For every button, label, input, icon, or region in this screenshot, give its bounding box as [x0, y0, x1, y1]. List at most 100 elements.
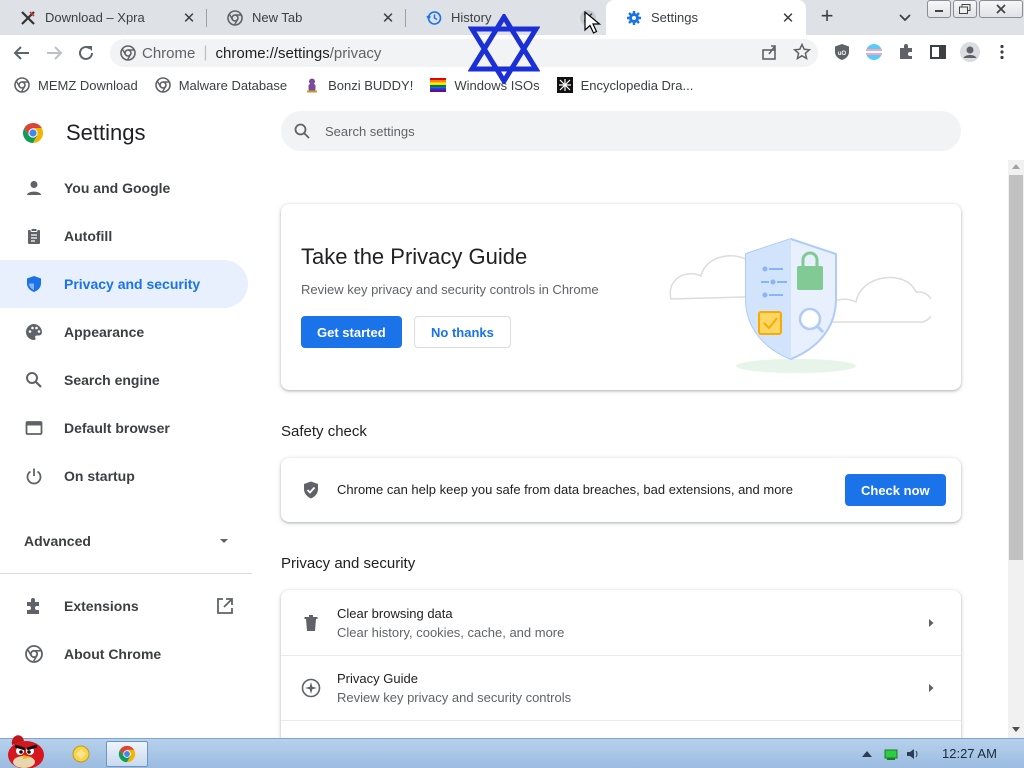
chevron-down-icon[interactable]	[896, 8, 914, 26]
palette-icon	[24, 322, 44, 342]
reload-button[interactable]	[74, 41, 98, 65]
sidebar-item-label: Extensions	[64, 598, 139, 614]
privacy-guide-illustration	[669, 237, 931, 373]
url-path: /privacy	[329, 44, 382, 62]
rainbow-flag-icon	[430, 77, 447, 93]
privacy-guide-row[interactable]: Privacy Guide Review key privacy and sec…	[281, 655, 961, 720]
bookmark-memz[interactable]: MEMZ Download	[14, 77, 138, 93]
back-button[interactable]	[10, 41, 34, 65]
no-thanks-button[interactable]: No thanks	[414, 316, 511, 348]
privacy-guide-card: Take the Privacy Guide Review key privac…	[281, 204, 961, 390]
profile-avatar-icon[interactable]	[960, 42, 980, 62]
sidebar-item-label: About Chrome	[64, 646, 162, 662]
sidebar-divider	[0, 508, 252, 509]
close-icon[interactable]: ✕	[380, 10, 396, 27]
chrome-icon	[24, 644, 44, 664]
folder-app-icon[interactable]	[72, 745, 90, 763]
browser-icon	[24, 418, 44, 438]
sidebar-item-privacy-and-security[interactable]: Privacy and security	[0, 260, 248, 308]
share-icon[interactable]	[761, 43, 779, 61]
puzzle-icon[interactable]	[897, 43, 915, 61]
tab-xpra[interactable]: Download – Xpra ✕	[0, 0, 207, 35]
bookmark-star-icon[interactable]	[793, 43, 811, 61]
sidebar-item-search-engine[interactable]: Search engine	[0, 356, 260, 404]
back-arrow-icon	[13, 46, 29, 60]
sidebar-item-label: Default browser	[64, 420, 170, 436]
volume-icon[interactable]	[906, 747, 920, 761]
settings-brand: Settings	[22, 120, 146, 146]
search-input[interactable]	[325, 123, 885, 139]
taskbar-chrome-button[interactable]	[106, 741, 148, 767]
xpra-icon	[20, 10, 36, 26]
scrollbar-thumb[interactable]	[1009, 175, 1023, 560]
sidebar-item-on-startup[interactable]: On startup	[0, 452, 260, 500]
sidebar-item-autofill[interactable]: Autofill	[0, 212, 260, 260]
chrome-logo-icon	[118, 745, 136, 763]
sidebar-item-you-and-google[interactable]: You and Google	[0, 164, 260, 212]
sidebar-advanced[interactable]: Advanced	[0, 517, 260, 565]
tab-title: New Tab	[252, 10, 303, 25]
get-started-button[interactable]: Get started	[301, 316, 402, 348]
bookmark-malware-database[interactable]: Malware Database	[154, 77, 288, 93]
url-host: chrome://settings	[215, 44, 330, 62]
side-panel-icon[interactable]	[929, 43, 947, 61]
person-icon	[24, 178, 44, 198]
sidebar-item-appearance[interactable]: Appearance	[0, 308, 260, 356]
sidebar-item-default-browser[interactable]: Default browser	[0, 404, 260, 452]
external-link-icon	[217, 598, 233, 614]
search-icon	[294, 123, 310, 139]
sidebar-item-label: On startup	[64, 468, 135, 484]
angry-bird-start-icon[interactable]	[2, 731, 50, 768]
arrow-right-icon	[929, 619, 934, 627]
scroll-down-arrow-icon[interactable]	[1011, 724, 1021, 734]
forward-button[interactable]	[42, 41, 66, 65]
check-now-button[interactable]: Check now	[845, 474, 946, 506]
close-icon[interactable]: ✕	[780, 10, 796, 27]
new-tab-button[interactable]: +	[816, 5, 838, 28]
shield-icon	[24, 274, 44, 294]
settings-search[interactable]	[281, 111, 961, 151]
close-icon[interactable]: ✕	[181, 10, 197, 27]
puzzle-icon	[24, 596, 44, 616]
clear-browsing-data-row[interactable]: Clear browsing data Clear history, cooki…	[281, 590, 961, 655]
power-icon	[24, 466, 44, 486]
bookmark-bonzi-buddy[interactable]: Bonzi BUDDY!	[304, 77, 413, 93]
tray-up-arrow-icon[interactable]	[860, 747, 874, 761]
settings-sidebar: You and Google Autofill Privacy and secu…	[0, 164, 260, 678]
address-bar[interactable]: Chrome | chrome://settings/privacy	[110, 39, 818, 67]
arrow-right-icon	[929, 684, 934, 692]
scroll-up-arrow-icon[interactable]	[1011, 162, 1021, 172]
taskbar-clock: 12:27 AM	[942, 746, 997, 761]
safety-check-text: Chrome can help keep you safe from data …	[337, 482, 793, 497]
sidebar-divider	[0, 573, 252, 574]
minimize-button[interactable]	[927, 0, 951, 18]
bookmark-label: MEMZ Download	[38, 77, 138, 93]
reload-icon	[79, 45, 93, 60]
history-icon	[426, 10, 442, 26]
compass-icon	[301, 678, 321, 698]
clipboard-icon	[24, 226, 44, 246]
flag-extension-icon[interactable]	[865, 43, 883, 61]
network-icon[interactable]	[884, 747, 898, 761]
close-window-button[interactable]	[979, 0, 1023, 18]
sidebar-item-label: Search engine	[64, 372, 160, 388]
trash-icon	[301, 613, 321, 633]
bookmark-encyclopedia[interactable]: Encyclopedia Dra...	[556, 77, 693, 93]
bookmark-label: Bonzi BUDDY!	[328, 77, 414, 93]
more-menu-icon[interactable]	[993, 43, 1011, 61]
sidebar-item-label: Privacy and security	[64, 276, 201, 292]
sidebar-item-about-chrome[interactable]: About Chrome	[0, 630, 260, 678]
tab-new-tab[interactable]: New Tab ✕	[207, 0, 406, 35]
chrome-icon	[120, 45, 136, 61]
sidebar-item-label: You and Google	[64, 180, 171, 196]
caret-down-icon	[220, 539, 228, 543]
ublock-extension-icon[interactable]: uO	[833, 43, 851, 61]
url-text: chrome://settings/privacy	[216, 45, 382, 62]
bookmark-label: Malware Database	[178, 77, 288, 93]
search-icon	[24, 370, 44, 390]
sidebar-item-extensions[interactable]: Extensions	[0, 582, 260, 630]
settings-title: Settings	[66, 120, 146, 145]
tab-settings[interactable]: Settings ✕	[606, 0, 806, 35]
maximize-button[interactable]	[953, 0, 977, 18]
site-label: Chrome	[142, 44, 196, 62]
